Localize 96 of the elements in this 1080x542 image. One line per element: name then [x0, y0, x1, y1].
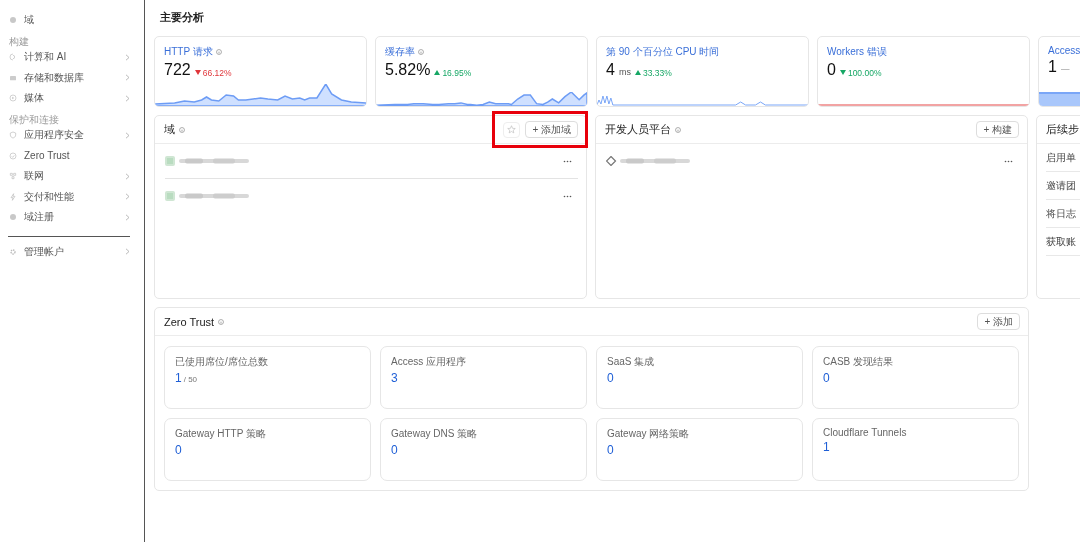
stat-card[interactable]: SaaS 集成 0	[596, 346, 803, 409]
stat-value: 0	[391, 443, 398, 457]
chevron-icon[interactable]	[125, 172, 130, 180]
info-icon[interactable]	[418, 49, 424, 55]
sidebar-item[interactable]: 管理帐户	[24, 244, 118, 259]
stat-label: Gateway DNS 策略	[391, 427, 479, 441]
metric-card[interactable]: Access 1 —	[1038, 36, 1080, 107]
info-icon[interactable]	[218, 318, 225, 325]
metric-title: HTTP 请求	[164, 45, 213, 59]
stat-value: 1	[823, 440, 830, 454]
next-step-item[interactable]: 获取账	[1046, 228, 1080, 256]
stat-card[interactable]: 已使用席位/席位总数 1 / 50	[164, 346, 371, 409]
chevron-icon[interactable]	[125, 74, 130, 82]
panel-title: Zero Trust	[164, 315, 215, 328]
sidebar-item[interactable]: Zero Trust	[24, 150, 130, 162]
stat-label: Gateway HTTP 策略	[175, 427, 267, 441]
metric-title: Workers 错误	[827, 45, 887, 59]
bolt-icon	[9, 192, 17, 201]
stat-label: CASB 发现结果	[823, 355, 894, 369]
sidebar-item[interactable]: 联网	[24, 169, 118, 184]
chevron-icon[interactable]	[125, 131, 130, 139]
change-percent: 100.00%	[847, 67, 882, 78]
build-button[interactable]: + 构建	[976, 121, 1019, 138]
folder-icon	[9, 73, 17, 82]
stat-card[interactable]: Gateway HTTP 策略 0	[164, 418, 371, 481]
shield-icon	[9, 131, 17, 140]
stat-card[interactable]: CASB 发现结果 0	[812, 346, 1019, 409]
chevron-icon[interactable]	[125, 193, 130, 201]
sidebar-item[interactable]: 存储和数据库	[24, 70, 118, 85]
stat-label: Access 应用程序	[391, 355, 467, 369]
half-circle-icon	[9, 53, 17, 62]
sidebar-item[interactable]: 域注册	[24, 210, 118, 225]
metric-title: Access	[1048, 45, 1080, 56]
metric-card[interactable]: HTTP 请求 722 66.12%	[154, 36, 367, 107]
stat-total: / 50	[183, 375, 198, 384]
next-step-item[interactable]: 启用单	[1046, 144, 1080, 172]
info-icon[interactable]	[675, 126, 681, 133]
stat-value: 1	[175, 371, 182, 385]
metric-card[interactable]: 缓存率 5.82% 16.95%	[375, 36, 588, 107]
metric-value: 5.82%	[385, 61, 431, 79]
stat-label: 已使用席位/席位总数	[175, 355, 269, 369]
stat-value: 0	[175, 443, 182, 457]
globe-icon	[9, 213, 17, 222]
metric-title: 缓存率	[385, 45, 415, 59]
stat-label: SaaS 集成	[607, 355, 656, 369]
section-heading: 保护和连接	[8, 112, 60, 125]
metric-value: 722	[164, 61, 191, 79]
panel-title: 开发人员平台	[605, 122, 671, 137]
section-heading: 构建	[8, 34, 30, 47]
info-icon[interactable]	[215, 49, 222, 55]
stat-card[interactable]: Access 应用程序 3	[380, 346, 587, 409]
stat-card[interactable]: Gateway 网络策略 0	[596, 418, 803, 481]
stat-card[interactable]: Gateway DNS 策略 0	[380, 418, 587, 481]
stat-card[interactable]: Cloudflare Tunnels 1	[812, 418, 1019, 481]
metric-title: 第 90 个百分位 CPU 时间	[606, 45, 720, 59]
stat-value: 0	[607, 371, 614, 385]
metric-unit: ms	[618, 67, 631, 77]
sidebar-item[interactable]: 计算和 AI	[24, 50, 118, 65]
sidebar-item[interactable]: 域	[24, 13, 130, 28]
change-percent: 66.12%	[202, 67, 232, 78]
stat-value: 0	[823, 371, 830, 385]
metric-card[interactable]: Workers 错误 0 100.00%	[817, 36, 1030, 107]
add-domain-button[interactable]: + 添加域	[525, 121, 578, 138]
metric-card[interactable]: 第 90 个百分位 CPU 时间 4 ms 33.33%	[596, 36, 809, 107]
more-icon[interactable]	[563, 194, 572, 198]
change-percent: —	[1060, 64, 1070, 74]
metric-value: 4	[606, 61, 615, 79]
stat-value: 0	[607, 443, 614, 457]
next-step-item[interactable]: 将日志	[1046, 200, 1080, 228]
globe-icon	[9, 16, 17, 25]
play-icon	[9, 94, 17, 103]
network-icon	[9, 172, 17, 181]
metric-value: 0	[827, 61, 836, 79]
chevron-icon[interactable]	[125, 94, 130, 102]
panel-title: 域	[164, 122, 175, 137]
panel-title: 后续步	[1046, 122, 1079, 137]
stat-label: Gateway 网络策略	[607, 427, 691, 441]
next-step-item[interactable]: 邀请团	[1046, 172, 1080, 200]
more-icon[interactable]	[563, 159, 572, 163]
info-icon[interactable]	[179, 126, 185, 133]
sidebar-item[interactable]: 交付和性能	[24, 189, 118, 204]
chevron-icon[interactable]	[125, 213, 130, 221]
chevron-icon[interactable]	[125, 53, 130, 61]
page-title: 主要分析	[160, 10, 205, 24]
chevron-icon[interactable]	[125, 248, 130, 256]
metric-value: 1	[1048, 58, 1057, 76]
stat-label: Cloudflare Tunnels	[823, 427, 908, 438]
favorite-button[interactable]	[503, 121, 521, 138]
sidebar-item[interactable]: 应用程序安全	[24, 128, 118, 143]
star-icon	[507, 125, 517, 134]
add-button[interactable]: + 添加	[977, 313, 1020, 330]
stat-value: 3	[391, 371, 398, 385]
change-percent: 16.95%	[442, 67, 472, 78]
change-percent: 33.33%	[642, 67, 672, 78]
more-icon[interactable]	[1004, 159, 1013, 163]
sidebar-item[interactable]: 媒体	[24, 91, 118, 106]
